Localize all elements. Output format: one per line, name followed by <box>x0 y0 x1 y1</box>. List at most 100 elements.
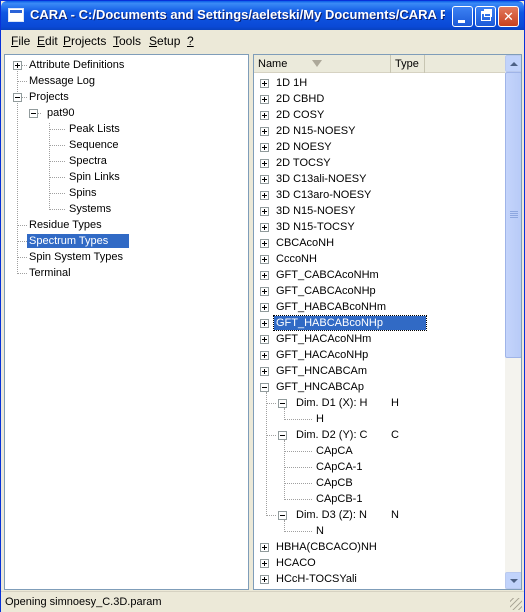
table-row[interactable]: 3D C13ali-NOESY <box>274 172 368 187</box>
expand-icon[interactable] <box>260 239 269 248</box>
expand-icon[interactable] <box>260 303 269 312</box>
column-header-type[interactable]: Type <box>391 55 425 73</box>
table-row[interactable]: 2D TOCSY <box>274 156 333 171</box>
table-row[interactable]: HCACO <box>274 556 318 571</box>
table-row[interactable]: 2D CBHD <box>274 92 326 107</box>
tree-item[interactable]: Attribute Definitions <box>27 58 126 73</box>
table-row[interactable]: 3D N15-NOESY <box>274 204 357 219</box>
menu-item-file[interactable]: File <box>11 34 30 48</box>
table-row[interactable]: GFT_HNCABCAp <box>274 380 366 395</box>
tree-item[interactable]: Peak Lists <box>67 122 122 137</box>
maximize-button[interactable] <box>475 6 496 27</box>
tree-item[interactable]: pat90 <box>45 106 77 121</box>
table-row[interactable]: HCcH-TOCSYali <box>274 572 359 587</box>
table-row[interactable]: CccoNH <box>274 252 319 267</box>
tree-item-label: Sequence <box>69 139 119 151</box>
minimize-button[interactable] <box>452 6 473 27</box>
table-row[interactable]: GFT_HACAcoNHm <box>274 332 373 347</box>
tree-item[interactable]: Spins <box>67 186 99 201</box>
expand-icon[interactable] <box>260 335 269 344</box>
table-row[interactable]: Dim. D2 (Y): C <box>294 428 370 443</box>
collapse-icon[interactable] <box>13 93 22 102</box>
table-row[interactable]: GFT_HABCABcoNHm <box>274 300 388 315</box>
table-row[interactable]: HBHA(CBCACO)NH <box>274 540 379 555</box>
expand-icon[interactable] <box>260 143 269 152</box>
scroll-up-button[interactable] <box>505 55 521 72</box>
column-header-name[interactable]: Name <box>254 55 391 73</box>
expand-icon[interactable] <box>260 367 269 376</box>
table-row[interactable]: CApCA <box>314 444 355 459</box>
project-tree[interactable]: Attribute Definitions Message Log Projects… <box>4 54 249 590</box>
tree-item[interactable]: Sequence <box>67 138 121 153</box>
vertical-scrollbar[interactable] <box>505 55 521 589</box>
table-row[interactable]: 3D N15-TOCSY <box>274 220 357 235</box>
expand-icon[interactable] <box>260 351 269 360</box>
tree-item[interactable]: Message Log <box>27 74 97 89</box>
table-row[interactable]: CBCAcoNH <box>274 236 336 251</box>
expand-icon[interactable] <box>260 271 269 280</box>
row-name: 3D N15-TOCSY <box>276 221 355 233</box>
expand-icon[interactable] <box>260 111 269 120</box>
spectrum-types-table[interactable]: Name Type 1D 1H 2D CBHD 2D COSY 2D N15-NOES… <box>253 54 522 590</box>
table-row[interactable]: GFT_HNCABCAm <box>274 364 369 379</box>
scroll-thumb[interactable] <box>505 72 521 358</box>
tree-item[interactable]: Systems <box>67 202 113 217</box>
expand-icon[interactable] <box>260 175 269 184</box>
arrow-up-icon <box>510 62 518 66</box>
expand-icon[interactable] <box>260 127 269 136</box>
table-row[interactable]: CApCB-1 <box>314 492 364 507</box>
expand-icon[interactable] <box>260 207 269 216</box>
menu-item-projects[interactable]: Projects <box>63 34 106 48</box>
expand-icon[interactable] <box>260 559 269 568</box>
resize-grip-icon[interactable] <box>510 598 522 610</box>
expand-icon[interactable] <box>13 61 22 70</box>
table-row[interactable]: 3D C13aro-NOESY <box>274 188 373 203</box>
tree-item[interactable]: Terminal <box>27 266 73 281</box>
tree-item-label: Projects <box>29 91 69 103</box>
tree-item[interactable]: Projects <box>27 90 71 105</box>
collapse-icon[interactable] <box>278 511 287 520</box>
tree-item[interactable]: Spin Links <box>67 170 122 185</box>
table-row[interactable]: N <box>314 524 326 539</box>
tree-connector <box>17 225 27 226</box>
expand-icon[interactable] <box>260 543 269 552</box>
table-row[interactable]: GFT_HACAcoNHp <box>274 348 370 363</box>
table-row[interactable]: GFT_HABCABcoNHp <box>273 315 427 331</box>
menu-item-edit[interactable]: Edit <box>37 34 58 48</box>
table-row[interactable]: 2D NOESY <box>274 140 334 155</box>
table-row[interactable]: CApCA-1 <box>314 460 364 475</box>
menu-item-setup[interactable]: Setup <box>149 34 180 48</box>
tree-item[interactable]: Spectrum Types <box>27 234 129 249</box>
tree-item[interactable]: Residue Types <box>27 218 104 233</box>
tree-item[interactable]: Spin System Types <box>27 250 125 265</box>
expand-icon[interactable] <box>260 191 269 200</box>
table-row[interactable]: Dim. D1 (X): H <box>294 396 370 411</box>
table-row[interactable]: CApCB <box>314 476 355 491</box>
collapse-icon[interactable] <box>278 399 287 408</box>
expand-icon[interactable] <box>260 255 269 264</box>
table-row[interactable]: 1D 1H <box>274 76 309 91</box>
collapse-icon[interactable] <box>260 383 269 392</box>
expand-icon[interactable] <box>260 575 269 584</box>
table-row[interactable]: GFT_CABCAcoNHm <box>274 268 381 283</box>
close-button[interactable]: ✕ <box>498 6 519 27</box>
collapse-icon[interactable] <box>278 431 287 440</box>
table-row[interactable]: 2D N15-NOESY <box>274 124 357 139</box>
table-row[interactable]: GFT_CABCAcoNHp <box>274 284 378 299</box>
tree-item[interactable]: Spectra <box>67 154 109 169</box>
expand-icon[interactable] <box>260 287 269 296</box>
scroll-down-button[interactable] <box>505 572 521 589</box>
expand-icon[interactable] <box>260 79 269 88</box>
expand-icon[interactable] <box>260 159 269 168</box>
expand-icon[interactable] <box>260 95 269 104</box>
table-row[interactable]: H <box>314 412 326 427</box>
expand-icon[interactable] <box>260 223 269 232</box>
table-row[interactable]: 2D COSY <box>274 108 326 123</box>
menu-label-rest: rojects <box>71 34 107 48</box>
collapse-icon[interactable] <box>29 109 38 118</box>
title-bar[interactable]: CARA - C:/Documents and Settings/aeletsk… <box>1 1 524 30</box>
expand-icon[interactable] <box>260 319 269 328</box>
table-row[interactable]: Dim. D3 (Z): N <box>294 508 369 523</box>
menu-item-tools[interactable]: Tools <box>113 34 141 48</box>
menu-item-help[interactable]: ? <box>187 34 194 48</box>
